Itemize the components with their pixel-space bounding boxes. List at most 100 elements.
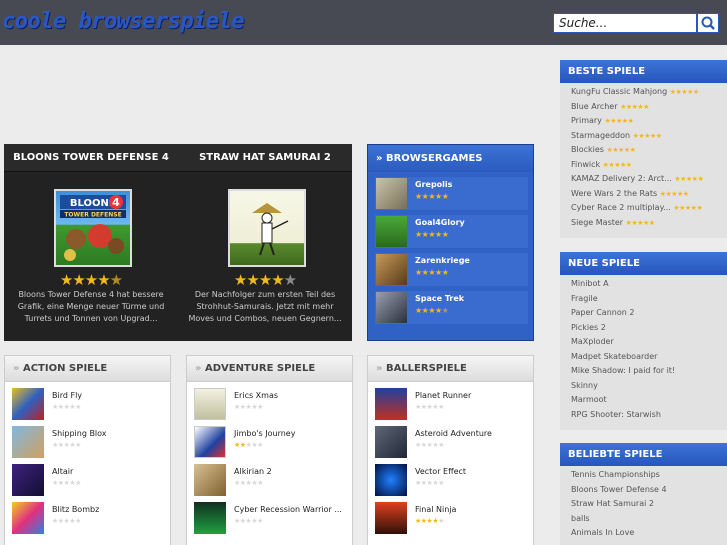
game-name[interactable]: Alkirian 2 — [234, 467, 272, 476]
game-name[interactable]: Jimbo's Journey — [234, 429, 295, 438]
game-name[interactable]: Planet Runner — [415, 391, 471, 400]
game-thumbnail[interactable] — [194, 464, 226, 496]
featured-game-2[interactable]: STRAW HAT SAMURAI 2 ★★★★★ Der Nachfolger… — [178, 144, 352, 341]
game-name[interactable]: Cyber Recession Warrior ... — [234, 505, 342, 514]
list-item[interactable]: Shipping Blox ★★★★★ — [12, 426, 167, 460]
rating-stars: ★★★★★ — [602, 160, 632, 169]
list-item[interactable]: Mike Shadow: I paid for it! — [571, 366, 727, 381]
category-title[interactable]: ADVENTURE SPIELE — [205, 363, 315, 374]
search-input[interactable] — [553, 13, 697, 33]
list-item[interactable]: Alkirian 2 ★★★★★ — [194, 464, 349, 498]
search-button[interactable] — [697, 13, 719, 33]
featured-title[interactable]: BLOONS TOWER DEFENSE 4 — [4, 144, 178, 172]
game-thumbnail[interactable] — [194, 388, 226, 420]
game-rating: ★★★★★ — [415, 268, 449, 277]
game-thumbnail[interactable] — [376, 216, 407, 247]
list-item[interactable]: Tennis Championships — [571, 470, 727, 485]
game-name[interactable]: Bird Fly — [52, 391, 82, 400]
list-item[interactable]: Pickies 2 — [571, 323, 727, 338]
list-item[interactable]: Cyber Race 2 multiplay... ★★★★★ — [571, 203, 727, 218]
list-item[interactable]: Animals In Love — [571, 528, 727, 543]
rating-stars: ★★★★★ — [620, 102, 649, 111]
list-item[interactable]: Cyber Recession Warrior ... ★★★★★ — [194, 502, 349, 536]
list-item[interactable]: Planet Runner ★★★★★ — [375, 388, 530, 422]
svg-text:4: 4 — [112, 196, 120, 209]
featured-thumbnail[interactable] — [228, 189, 306, 267]
list-item[interactable]: KungFu Classic Mahjong ★★★★★ — [571, 87, 727, 102]
category-title[interactable]: ACTION SPIELE — [23, 363, 107, 374]
game-thumbnail[interactable] — [376, 254, 407, 285]
game-name[interactable]: Grepolis — [415, 180, 452, 189]
svg-text:TOWER DEFENSE: TOWER DEFENSE — [64, 212, 121, 219]
game-thumbnail[interactable] — [375, 388, 407, 420]
list-item[interactable]: Altair ★★★★★ — [12, 464, 167, 498]
list-item[interactable]: Madpet Skateboarder — [571, 352, 727, 367]
game-name[interactable]: Zarenkriege — [415, 256, 470, 265]
list-item[interactable]: RPG Shooter: Starwish — [571, 410, 727, 425]
game-thumbnail[interactable] — [12, 388, 44, 420]
game-name[interactable]: Erics Xmas — [234, 391, 278, 400]
list-item[interactable]: Paper Cannon 2 — [571, 308, 727, 323]
game-name[interactable]: Goal4Glory — [415, 218, 465, 227]
game-thumbnail[interactable] — [375, 426, 407, 458]
game-thumbnail[interactable] — [12, 464, 44, 496]
game-thumbnail[interactable] — [375, 502, 407, 534]
list-item[interactable]: Bird Fly ★★★★★ — [12, 388, 167, 422]
browsergames-title: BROWSERGAMES — [385, 153, 483, 164]
game-thumbnail[interactable] — [376, 292, 407, 323]
rating-stars: ★★★★★ — [606, 146, 636, 154]
game-name[interactable]: Shipping Blox — [52, 429, 107, 438]
list-item[interactable]: Blockies ★★★★★ — [571, 145, 727, 160]
game-name[interactable]: Vector Effect — [415, 467, 466, 476]
list-item[interactable]: Bloons Tower Defense 4 — [571, 485, 727, 500]
site-header: coole browserspiele — [0, 0, 727, 45]
list-item[interactable]: Finwick ★★★★★ — [571, 160, 727, 175]
browsergame-item[interactable]: Zarenkriege ★★★★★ — [375, 253, 528, 286]
featured-description: Bloons Tower Defense 4 hat bessere Grafi… — [17, 290, 165, 323]
game-thumbnail[interactable] — [12, 426, 44, 458]
game-rating: ★★★★★ — [415, 517, 444, 525]
game-thumbnail[interactable] — [376, 178, 407, 209]
list-item[interactable]: Jimbo's Journey ★★★★★ — [194, 426, 349, 460]
featured-thumbnail[interactable]: BLOONS 4 TOWER DEFENSE — [54, 189, 132, 267]
search-form — [553, 13, 719, 33]
list-item[interactable]: Skinny — [571, 381, 727, 396]
list-item[interactable]: MaXploder — [571, 337, 727, 352]
featured-title[interactable]: STRAW HAT SAMURAI 2 — [178, 144, 352, 172]
game-thumbnail[interactable] — [375, 464, 407, 496]
list-item[interactable]: Marmoot — [571, 395, 727, 410]
game-name[interactable]: Altair — [52, 467, 73, 476]
game-thumbnail[interactable] — [194, 426, 226, 458]
list-item[interactable]: Blitz Bombz ★★★★★ — [12, 502, 167, 536]
game-rating: ★★★★★ — [415, 403, 444, 411]
list-item[interactable]: Vector Effect ★★★★★ — [375, 464, 530, 498]
list-item[interactable]: balls — [571, 514, 727, 529]
list-item[interactable]: Straw Hat Samurai 2 — [571, 499, 727, 514]
game-name[interactable]: Space Trek — [415, 294, 464, 303]
list-item[interactable]: Siege Master ★★★★★ — [571, 218, 727, 233]
category-title[interactable]: BALLERSPIELE — [386, 363, 467, 374]
list-item[interactable]: Were Wars 2 the Rats ★★★★★ — [571, 189, 727, 204]
list-item[interactable]: Primary ★★★★★ — [571, 116, 727, 131]
browsergame-item[interactable]: Grepolis ★★★★★ — [375, 177, 528, 210]
featured-game-1[interactable]: BLOONS TOWER DEFENSE 4 BLOONS 4 TOWER DE… — [4, 144, 178, 341]
site-logo[interactable]: coole browserspiele — [2, 9, 245, 34]
list-item[interactable]: Fragile — [571, 294, 727, 309]
list-item[interactable]: Asteroid Adventure ★★★★★ — [375, 426, 530, 460]
list-item[interactable]: Final Ninja ★★★★★ — [375, 502, 530, 536]
list-item[interactable]: Starmageddon ★★★★★ — [571, 131, 727, 146]
list-item[interactable]: Erics Xmas ★★★★★ — [194, 388, 349, 422]
game-rating: ★★★★★ — [415, 306, 449, 315]
list-item[interactable]: Minibot A — [571, 279, 727, 294]
list-item[interactable]: Blue Archer ★★★★★ — [571, 102, 727, 117]
category-adventure: » ADVENTURE SPIELE Erics Xmas ★★★★★ Jimb… — [186, 355, 353, 545]
game-name[interactable]: Asteroid Adventure — [415, 429, 492, 438]
double-chevron-icon: » — [376, 363, 383, 374]
list-item[interactable]: KAMAZ Delivery 2: Arct... ★★★★★ — [571, 174, 727, 189]
browsergame-item[interactable]: Space Trek ★★★★★ — [375, 291, 528, 324]
browsergame-item[interactable]: Goal4Glory ★★★★★ — [375, 215, 528, 248]
game-thumbnail[interactable] — [194, 502, 226, 534]
game-name[interactable]: Blitz Bombz — [52, 505, 99, 514]
game-thumbnail[interactable] — [12, 502, 44, 534]
game-name[interactable]: Final Ninja — [415, 505, 456, 514]
